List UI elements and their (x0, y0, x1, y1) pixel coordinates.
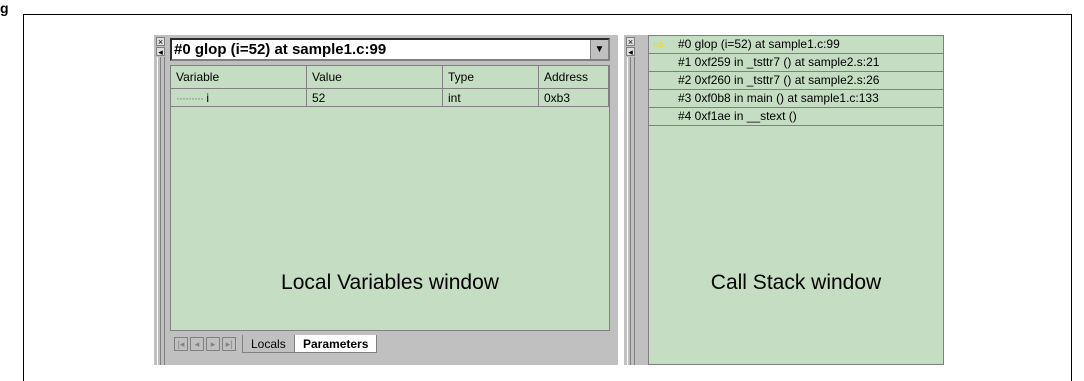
cell-variable: ········· i (171, 88, 307, 107)
close-icon[interactable]: × (156, 37, 165, 47)
dock-grip[interactable]: × ◂ (156, 35, 166, 365)
column-header-address[interactable]: Address (538, 66, 609, 89)
list-item[interactable]: #3 0xf0b8 in main () at sample1.c:133 (649, 90, 943, 108)
cell-type: int (442, 88, 539, 107)
close-icon[interactable]: × (626, 37, 635, 47)
list-item[interactable]: #4 0xf1ae in __stext () (649, 108, 943, 126)
table-row[interactable]: ········· i 52 int 0xb3 (171, 88, 609, 107)
list-item[interactable]: #2 0xf260 in _tsttr7 () at sample2.s:26 (649, 72, 943, 90)
local-variables-caption: Local Variables window (281, 271, 499, 294)
call-stack-list: ⇨ #0 glop (i=52) at sample1.c:99 #1 0xf2… (648, 35, 944, 365)
dock-grip[interactable]: × ◂ (626, 35, 636, 365)
frame-selector-dropdown[interactable]: #0 glop (i=52) at sample1.c:99 ▼ (170, 38, 610, 61)
next-tab-icon[interactable]: ▸ (206, 337, 220, 351)
current-frame-arrow-icon: ⇨ (653, 37, 664, 52)
list-item[interactable]: #1 0xf259 in _tsttr7 () at sample2.s:21 (649, 54, 943, 72)
chevron-down-icon[interactable]: ▼ (590, 40, 608, 59)
first-tab-icon[interactable]: |◂ (174, 337, 188, 351)
prev-tab-icon[interactable]: ◂ (190, 337, 204, 351)
call-stack-caption: Call Stack window (710, 271, 882, 294)
column-header-variable[interactable]: Variable (171, 66, 307, 89)
frame-selector-value: #0 glop (i=52) at sample1.c:99 (174, 41, 387, 58)
collapse-icon[interactable]: ◂ (156, 47, 165, 57)
last-tab-icon[interactable]: ▸| (222, 337, 236, 351)
call-stack-window: × ◂ ⇨ #0 glop (i=52) at sample1.c:99 #1 … (624, 35, 944, 365)
cell-value[interactable]: 52 (306, 88, 443, 107)
variables-table: Variable Value Type Address ········· i … (171, 66, 609, 107)
tab-parameters[interactable]: Parameters (294, 335, 378, 353)
tab-bar: |◂ ◂ ▸ ▸| Locals Parameters (170, 333, 610, 355)
collapse-icon[interactable]: ◂ (626, 47, 635, 57)
variables-table-area: Variable Value Type Address ········· i … (170, 65, 610, 331)
local-variables-window: × ◂ #0 glop (i=52) at sample1.c:99 ▼ Var… (154, 35, 618, 365)
list-item[interactable]: ⇨ #0 glop (i=52) at sample1.c:99 (649, 36, 943, 54)
cell-address: 0xb3 (538, 88, 609, 107)
column-header-type[interactable]: Type (442, 66, 539, 89)
figure-label: g (0, 0, 9, 16)
column-header-value[interactable]: Value (306, 66, 443, 89)
tab-locals[interactable]: Locals (242, 335, 295, 353)
